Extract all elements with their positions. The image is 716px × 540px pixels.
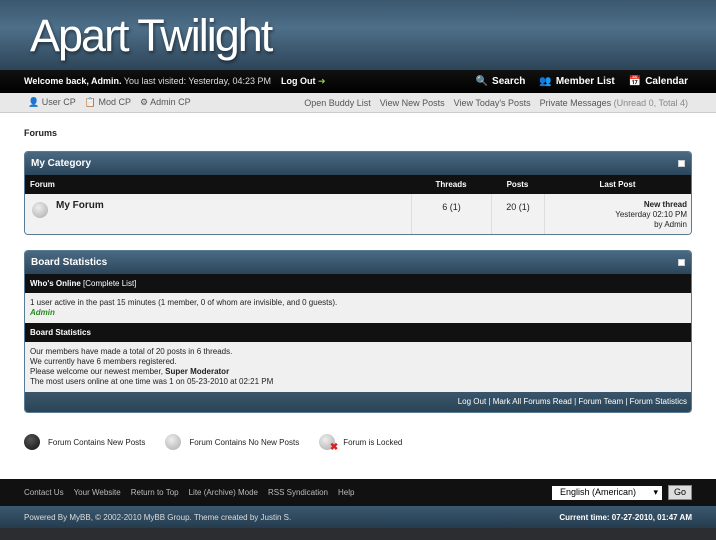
search-link[interactable]: 🔍 Search — [476, 76, 526, 87]
forum-row: My Forum 6 (1) 20 (1) New thread Yesterda… — [25, 194, 691, 234]
stats-line: The most users online at one time was 1 … — [30, 377, 274, 386]
todays-posts-link[interactable]: View Today's Posts — [454, 98, 531, 108]
stats-title: Board Statistics — [31, 257, 108, 268]
current-time: Current time: 07-27-2010, 01:47 AM — [559, 512, 692, 522]
search-icon: 🔍 — [475, 76, 489, 87]
last-post-time: Yesterday 02:10 PM — [615, 210, 687, 219]
collapse-icon[interactable] — [678, 259, 685, 266]
lite-mode-link[interactable]: Lite (Archive) Mode — [189, 488, 258, 497]
calendar-icon: 📅 — [628, 76, 642, 87]
whos-online-label[interactable]: Who's Online — [30, 279, 81, 288]
header: Apart Twilight — [0, 0, 716, 70]
last-visit: You last visited: Yesterday, 04:23 PM — [121, 76, 271, 86]
chevron-down-icon: ▾ — [653, 486, 658, 497]
language-select[interactable]: English (American) ▾ — [551, 485, 662, 500]
member-list-link[interactable]: 👥 Member List — [539, 76, 614, 87]
forum-threads: 6 (1) — [411, 194, 491, 234]
collapse-icon[interactable] — [678, 160, 685, 167]
col-forum: Forum — [30, 180, 55, 189]
stats-line: Our members have made a total of 20 post… — [30, 347, 233, 356]
logout-link[interactable]: Log Out — [281, 76, 316, 86]
no-new-posts-icon — [165, 434, 182, 450]
stats-line: Please welcome our newest member, — [30, 367, 166, 376]
user-icon: 👤 — [28, 97, 40, 107]
forum-legend: Forum Contains New Posts Forum Contains … — [24, 428, 692, 453]
admin-cp-link[interactable]: ⚙ Admin CP — [140, 97, 191, 108]
rss-link[interactable]: RSS Syndication — [268, 488, 328, 497]
col-posts: Posts — [506, 180, 529, 189]
locked-icon: ✖ — [319, 434, 338, 453]
main-content: Forums My Category Forum Threads Posts L… — [0, 113, 716, 479]
forum-posts: 20 (1) — [491, 194, 544, 234]
gear-icon: ⚙ — [140, 97, 149, 107]
calendar-link[interactable]: 📅 Calendar — [629, 76, 688, 87]
user-cp-link[interactable]: 👤 User CP — [28, 97, 76, 108]
panel-links: 👤 User CP 📋 Mod CP ⚙ Admin CP Open Buddy… — [0, 93, 716, 113]
user-bar: Welcome back, Admin. You last visited: Y… — [0, 70, 716, 93]
last-post-title[interactable]: New thread — [644, 200, 687, 209]
category-table: My Category Forum Threads Posts Last Pos… — [24, 151, 692, 235]
stats-line: We currently have 6 members registered. — [30, 357, 177, 366]
board-stats-label: Board Statistics — [25, 323, 691, 342]
newest-member[interactable]: Super Moderator — [165, 367, 229, 376]
new-posts-icon — [24, 434, 40, 450]
category-title[interactable]: My Category — [31, 158, 91, 169]
arrow-right-icon: ➜ — [318, 76, 326, 86]
help-link[interactable]: Help — [338, 488, 354, 497]
col-last-post: Last Post — [599, 180, 636, 189]
online-user[interactable]: Admin — [30, 308, 55, 317]
bottom-bar: Contact Us Your Website Return to Top Li… — [0, 479, 716, 506]
new-posts-link[interactable]: View New Posts — [380, 98, 445, 108]
welcome-text: Welcome back, Admin. — [24, 76, 122, 86]
online-text: 1 user active in the past 15 minutes (1 … — [30, 298, 338, 307]
go-button[interactable]: Go — [667, 485, 692, 500]
last-post-by[interactable]: by Admin — [654, 220, 687, 229]
website-link[interactable]: Your Website — [74, 488, 121, 497]
col-threads: Threads — [435, 180, 467, 189]
page-title: Forums — [24, 128, 58, 138]
members-icon: 👥 — [539, 76, 552, 87]
copyright-bar: Powered By MyBB, © 2002-2010 MyBB Group.… — [0, 506, 716, 528]
mod-cp-link[interactable]: 📋 Mod CP — [85, 97, 131, 108]
board-stats-table: Board Statistics Who's Online [Complete … — [24, 250, 692, 413]
forum-name[interactable]: My Forum — [56, 200, 104, 228]
stats-footer-links[interactable]: Log Out | Mark All Forums Read | Forum T… — [25, 392, 691, 412]
copyright-text: Powered By MyBB, © 2002-2010 MyBB Group.… — [24, 512, 292, 522]
private-messages-link[interactable]: Private Messages (Unread 0, Total 4) — [540, 98, 688, 108]
forum-status-icon — [32, 202, 48, 218]
complete-list-link[interactable]: [Complete List] — [83, 279, 136, 288]
site-logo[interactable]: Apart Twilight — [30, 10, 273, 62]
contact-link[interactable]: Contact Us — [24, 488, 64, 497]
mod-icon: 📋 — [84, 97, 96, 107]
top-link[interactable]: Return to Top — [131, 488, 179, 497]
buddy-list-link[interactable]: Open Buddy List — [304, 98, 371, 108]
